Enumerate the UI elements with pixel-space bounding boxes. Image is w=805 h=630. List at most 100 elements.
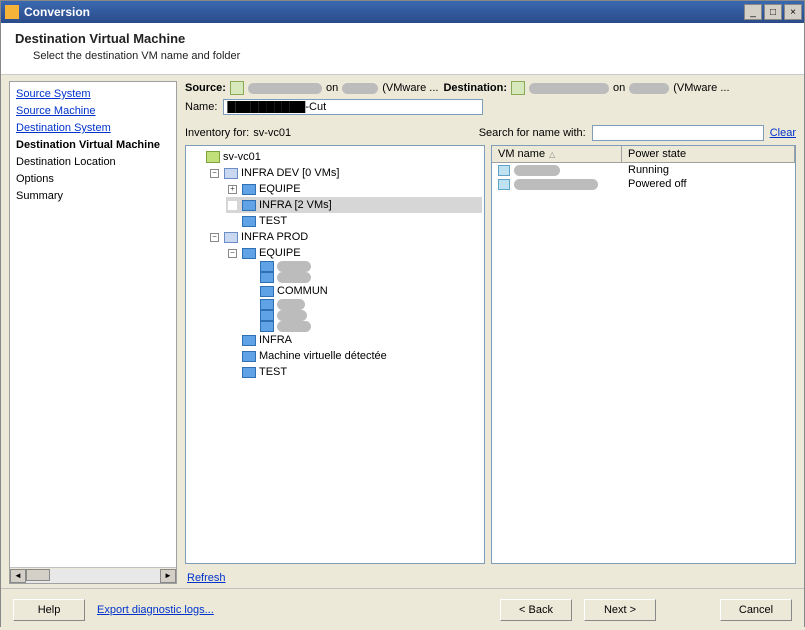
- tree-dc-infra-prod[interactable]: − INFRA PROD: [208, 229, 482, 245]
- wizard-sidebar: Source System Source Machine Destination…: [9, 81, 177, 584]
- col-vm-name[interactable]: VM name △: [492, 146, 622, 162]
- tree-dc2-label: INFRA PROD: [241, 229, 308, 245]
- folder-icon: [242, 216, 256, 227]
- vm-row[interactable]: Powered off: [492, 177, 795, 191]
- step-source-system[interactable]: Source System: [16, 88, 91, 100]
- folder-icon: [260, 299, 274, 310]
- search-label: Search for name with:: [479, 127, 586, 139]
- back-button[interactable]: < Back: [500, 599, 572, 621]
- step-destination-vm: Destination Virtual Machine: [16, 137, 170, 154]
- cancel-button[interactable]: Cancel: [720, 599, 792, 621]
- inventory-tree[interactable]: sv-vc01 − INFRA DEV [0 VMs]: [185, 145, 485, 564]
- folder-icon: [260, 261, 274, 272]
- col-power-state[interactable]: Power state: [622, 146, 795, 162]
- page-header: Destination Virtual Machine Select the d…: [1, 23, 804, 75]
- collapse-icon[interactable]: −: [228, 249, 237, 258]
- step-destination-location: Destination Location: [16, 154, 170, 171]
- host-icon: [230, 81, 244, 95]
- folder-icon: [242, 335, 256, 346]
- collapse-icon[interactable]: −: [210, 233, 219, 242]
- source-host-redacted: [342, 83, 378, 94]
- tree-dc-infra-dev[interactable]: − INFRA DEV [0 VMs]: [208, 165, 482, 181]
- scroll-right-icon[interactable]: ►: [160, 569, 176, 583]
- minimize-button[interactable]: _: [744, 4, 762, 20]
- content-area: Source System Source Machine Destination…: [1, 75, 804, 588]
- tree-folder-redacted[interactable]: [244, 299, 482, 310]
- tree-folder-mvd[interactable]: Machine virtuelle détectée: [226, 348, 482, 364]
- tree-dc1-label: INFRA DEV [0 VMs]: [241, 165, 339, 181]
- vcenter-icon: [206, 151, 220, 163]
- step-options: Options: [16, 171, 170, 188]
- tree-folder-redacted[interactable]: [244, 272, 482, 283]
- vm-name-input[interactable]: [223, 99, 483, 115]
- folder-icon: [242, 200, 256, 211]
- source-on: on: [326, 82, 338, 94]
- scroll-thumb[interactable]: [26, 569, 50, 581]
- folder-icon: [260, 321, 274, 332]
- clear-link[interactable]: Clear: [770, 127, 796, 139]
- tree-list-split: sv-vc01 − INFRA DEV [0 VMs]: [185, 145, 796, 564]
- step-source-machine[interactable]: Source Machine: [16, 105, 96, 117]
- vm-name-redacted: [514, 165, 560, 176]
- wizard-steps: Source System Source Machine Destination…: [10, 82, 176, 567]
- tree-folder-test-dev[interactable]: TEST: [226, 213, 482, 229]
- tree-folder-infra-dev[interactable]: INFRA [2 VMs]: [226, 197, 482, 213]
- vm-list[interactable]: VM name △ Power state Running Powered of…: [491, 145, 796, 564]
- name-row: Name:: [185, 99, 796, 115]
- collapse-icon[interactable]: −: [210, 169, 219, 178]
- scroll-track[interactable]: [26, 569, 160, 583]
- tree-folder-test-prod[interactable]: TEST: [226, 364, 482, 380]
- export-diag-link[interactable]: Export diagnostic logs...: [97, 604, 214, 616]
- tree-folder-commun[interactable]: COMMUN: [244, 283, 482, 299]
- source-tail: (VMware ...: [382, 82, 438, 94]
- tree-folder-redacted[interactable]: [244, 310, 482, 321]
- folder-icon: [260, 286, 274, 297]
- tree-folder-equipe-prod[interactable]: − EQUIPE: [226, 245, 482, 261]
- datacenter-icon: [224, 168, 238, 179]
- inventory-host: sv-vc01: [253, 127, 291, 139]
- vm-list-header: VM name △ Power state: [492, 146, 795, 163]
- folder-icon: [242, 351, 256, 362]
- host-icon: [511, 81, 525, 95]
- tree-folder-infra-prod[interactable]: INFRA: [226, 332, 482, 348]
- inventory-label: Inventory for:: [185, 127, 249, 139]
- tree-root[interactable]: sv-vc01: [190, 149, 482, 165]
- sidebar-hscroll[interactable]: ◄ ►: [10, 567, 176, 583]
- source-label: Source:: [185, 82, 226, 94]
- tree-folder-redacted[interactable]: [244, 261, 482, 272]
- vm-icon: [498, 165, 510, 176]
- vm-row[interactable]: Running: [492, 163, 795, 177]
- dest-machine-redacted: [529, 83, 609, 94]
- step-summary: Summary: [16, 188, 170, 205]
- tree-folder-redacted[interactable]: [244, 321, 482, 332]
- folder-icon: [242, 184, 256, 195]
- dest-host-redacted: [629, 83, 669, 94]
- folder-icon: [242, 248, 256, 259]
- vm-name-redacted: [514, 179, 598, 190]
- window-title: Conversion: [24, 5, 744, 19]
- app-icon: [5, 5, 19, 19]
- scroll-left-icon[interactable]: ◄: [10, 569, 26, 583]
- inventory-row: Inventory for: sv-vc01 Search for name w…: [185, 125, 796, 141]
- folder-icon: [242, 367, 256, 378]
- close-button[interactable]: ×: [784, 4, 802, 20]
- expand-icon[interactable]: +: [228, 185, 237, 194]
- page-subtitle: Select the destination VM name and folde…: [33, 50, 790, 62]
- titlebar: Conversion _ □ ×: [1, 1, 804, 23]
- search-input[interactable]: [592, 125, 764, 141]
- tree-folder-equipe-dev[interactable]: + EQUIPE: [226, 181, 482, 197]
- page-title: Destination Virtual Machine: [15, 31, 790, 46]
- dest-on: on: [613, 82, 625, 94]
- refresh-bar: Refresh: [185, 568, 796, 584]
- step-destination-system[interactable]: Destination System: [16, 122, 111, 134]
- window-buttons: _ □ ×: [744, 4, 802, 20]
- next-button[interactable]: Next >: [584, 599, 656, 621]
- tree-root-label: sv-vc01: [223, 149, 261, 165]
- maximize-button[interactable]: □: [764, 4, 782, 20]
- dest-label: Destination:: [443, 82, 507, 94]
- vm-icon: [498, 179, 510, 190]
- help-button[interactable]: Help: [13, 599, 85, 621]
- sort-asc-icon: △: [549, 150, 555, 159]
- refresh-link[interactable]: Refresh: [187, 572, 226, 584]
- folder-icon: [260, 272, 274, 283]
